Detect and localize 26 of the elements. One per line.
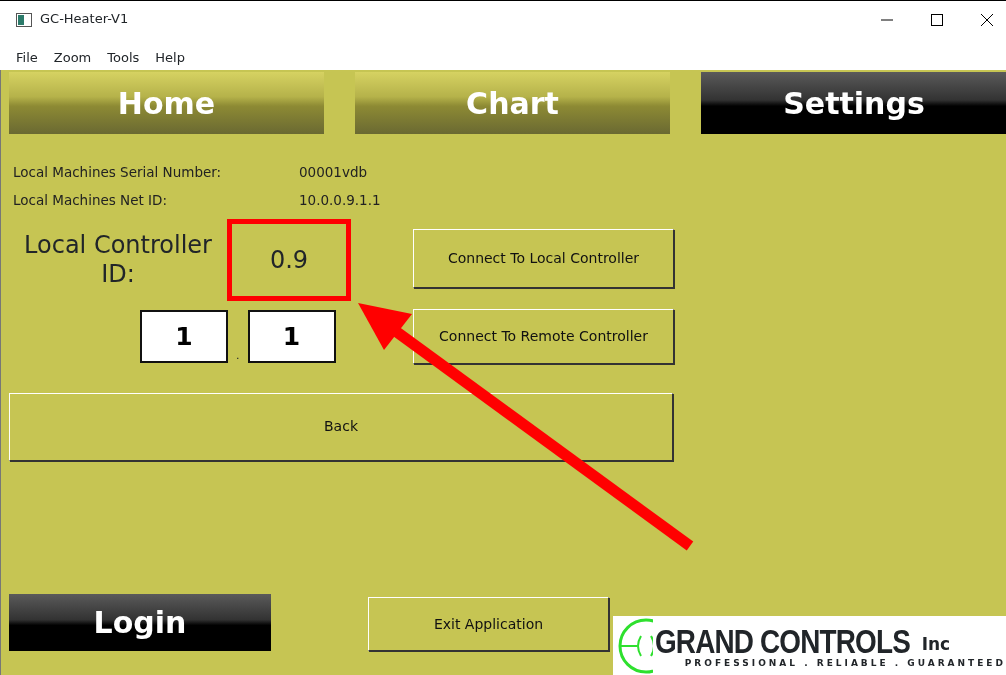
- info-value: 00001vdb: [299, 163, 368, 182]
- info-label: Local Machines Serial Number:: [13, 163, 223, 182]
- menu-item[interactable]: File: [16, 48, 38, 70]
- tab[interactable]: Settings: [701, 72, 1006, 134]
- brand-suffix: Inc: [921, 633, 951, 656]
- id-input-field[interactable]: 1: [247, 309, 336, 363]
- window-title: GC-Heater-V1: [40, 10, 129, 28]
- controller-id-label: Local Controller ID:: [23, 230, 213, 289]
- close-icon[interactable]: [980, 13, 994, 27]
- connect-button[interactable]: Connect To Local Controller: [413, 228, 674, 288]
- back-button[interactable]: Back: [9, 392, 673, 461]
- info-value: 10.0.0.9.1.1: [299, 191, 381, 211]
- id-input-field[interactable]: 1: [140, 309, 228, 363]
- app-icon: [16, 13, 32, 27]
- menu-item[interactable]: Tools: [107, 48, 140, 70]
- menu-item[interactable]: Help: [155, 48, 185, 70]
- brand-name: GRAND CONTROLS: [654, 623, 910, 658]
- brand-tagline: PROFESSIONAL . RELIABLE . GUARANTEED: [684, 657, 1006, 668]
- info-label: Local Machines Net ID:: [13, 191, 169, 211]
- connect-button[interactable]: Connect To Remote Controller: [413, 308, 674, 364]
- controller-id-value: 0.9: [227, 218, 351, 301]
- exit-button[interactable]: Exit Application: [368, 597, 609, 651]
- menu-item[interactable]: Zoom: [53, 48, 92, 70]
- maximize-icon[interactable]: [930, 13, 944, 27]
- login-button[interactable]: Login: [9, 594, 271, 651]
- separator-dot: .: [236, 348, 240, 363]
